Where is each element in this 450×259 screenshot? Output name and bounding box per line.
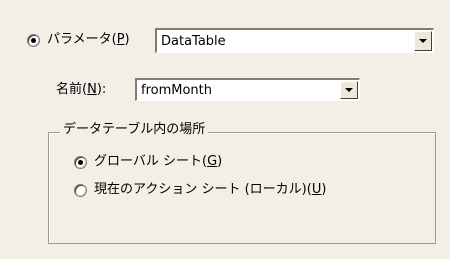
parameter-select[interactable]: DataTable <box>155 28 434 53</box>
parameter-radio[interactable] <box>27 34 40 47</box>
local-sheet-label[interactable]: 現在のアクション シート (ローカル)(U) <box>94 182 326 198</box>
global-sheet-radio-dot <box>78 160 83 165</box>
parameter-radio-label[interactable]: パラメータ(P) <box>47 32 130 48</box>
parameter-dialog: パラメータ(P) DataTable 名前(N): fromMonth データテ… <box>0 0 450 259</box>
local-sheet-radio[interactable] <box>74 184 87 197</box>
name-select-value: fromMonth <box>141 82 212 98</box>
parameter-radio-dot <box>31 38 36 43</box>
location-group-title: データテーブル内の場所 <box>60 122 209 138</box>
name-label: 名前(N): <box>56 82 107 97</box>
chevron-down-icon <box>345 88 353 92</box>
parameter-select-value: DataTable <box>161 33 226 49</box>
parameter-dropdown-button[interactable] <box>414 31 432 51</box>
name-dropdown-button[interactable] <box>340 81 358 99</box>
name-select[interactable]: fromMonth <box>135 78 360 101</box>
global-sheet-radio[interactable] <box>74 156 87 169</box>
global-sheet-label[interactable]: グローバル シート(G) <box>94 154 222 170</box>
chevron-down-icon <box>419 39 427 43</box>
